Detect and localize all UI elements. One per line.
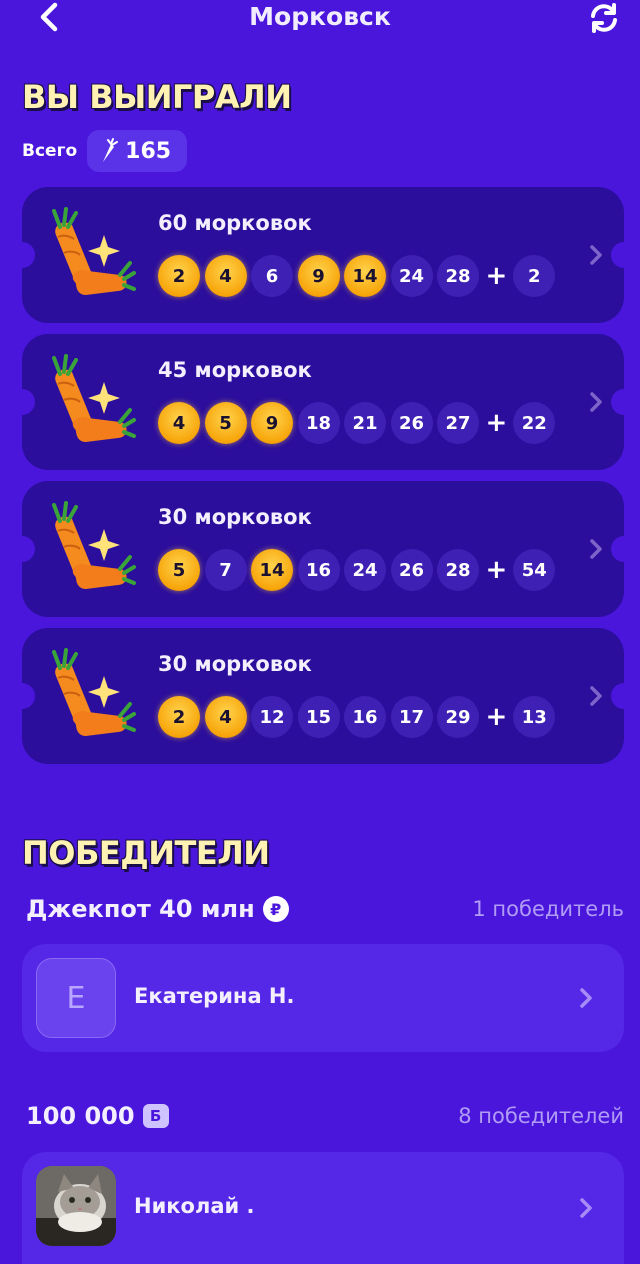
chevron-right-icon [590, 539, 602, 559]
ball: 28 [437, 549, 479, 591]
winner-row[interactable]: Е Екатерина Н. [22, 944, 624, 1052]
winner-count: 1 победитель [472, 897, 624, 921]
ball-matched: 4 [158, 402, 200, 444]
ball-matched: 4 [204, 696, 247, 738]
chevron-right-icon [580, 988, 592, 1008]
ticket-notch [611, 389, 624, 415]
total-value: 165 [125, 138, 172, 164]
cat-photo-icon [36, 1166, 116, 1246]
ticket-prize: 60 морковок [158, 211, 312, 235]
ball-matched: 9 [251, 402, 293, 444]
ball: 24 [344, 549, 386, 591]
ticket-prize: 30 морковок [158, 652, 312, 676]
avatar: Е [36, 958, 116, 1038]
ball: 16 [297, 549, 340, 591]
total-chip: 165 [87, 130, 188, 172]
ticket-notch [611, 683, 624, 709]
ball: 6 [251, 255, 293, 297]
ticket-notch [611, 242, 624, 268]
ball-matched: 2 [158, 255, 200, 297]
carrot-prize-icon [52, 207, 136, 295]
ruble-icon: ₽ [262, 896, 289, 922]
total-label: Всего [22, 141, 78, 161]
winner-group-100000: 100 000 Б 8 победителей [26, 1099, 624, 1133]
ball-matched: 14 [344, 255, 386, 297]
bonus-ball: 22 [513, 402, 556, 444]
ball-matched: 5 [204, 402, 247, 444]
ball-matched: 2 [158, 696, 200, 738]
ticket-notch [22, 536, 35, 562]
plus-icon: + [485, 261, 508, 291]
ball: 27 [437, 402, 479, 444]
bonus-ball: 54 [513, 549, 556, 591]
chevron-right-icon [590, 392, 602, 412]
ticket-card[interactable]: 30 морковок 2 4 12 15 16 17 29 +13 [22, 628, 624, 764]
ball-matched: 5 [158, 549, 200, 591]
carrot-prize-icon [52, 354, 136, 442]
ball: 26 [390, 549, 433, 591]
ticket-numbers: 5 7 14 16 24 26 28 +54 [158, 549, 560, 591]
ticket-notch [22, 683, 35, 709]
refresh-button[interactable] [586, 0, 622, 36]
chevron-right-icon [590, 686, 602, 706]
ball: 29 [437, 696, 479, 738]
ticket-prize: 30 морковок [158, 505, 312, 529]
ticket-numbers: 2 4 12 15 16 17 29 +13 [158, 696, 560, 738]
total-row: Всего 165 [22, 130, 188, 172]
ball: 7 [204, 549, 247, 591]
ticket-card[interactable]: 45 морковок 4 5 9 18 21 26 27 +22 [22, 334, 624, 470]
group-name: 100 000 [26, 1102, 135, 1130]
refresh-icon [591, 3, 617, 33]
ball: 15 [297, 696, 340, 738]
carrot-prize-icon [52, 501, 136, 589]
ticket-card[interactable]: 60 морковок 2 4 6 9 14 24 28 +2 [22, 187, 624, 323]
winner-name: Екатерина Н. [134, 984, 295, 1008]
winner-name: Николай . [134, 1194, 255, 1218]
winner-row[interactable]: Николай . [22, 1152, 624, 1264]
ticket-notch [611, 536, 624, 562]
winner-group-jackpot: Джекпот 40 млн ₽ 1 победитель [26, 892, 624, 926]
plus-icon: + [485, 555, 508, 585]
carrot-icon [103, 138, 119, 162]
top-bar: Морковск [0, 0, 640, 38]
ticket-notch [22, 242, 35, 268]
avatar-photo [36, 1166, 116, 1246]
bonus-ball: 13 [513, 696, 556, 738]
ticket-notch [22, 389, 35, 415]
ball: 18 [297, 402, 340, 444]
page-title: Морковск [249, 2, 391, 31]
won-section-title: ВЫ ВЫИГРАЛИ [22, 78, 292, 116]
ball-matched: 14 [251, 549, 293, 591]
carrot-prize-icon [52, 648, 136, 736]
group-name: Джекпот 40 млн [26, 895, 255, 923]
plus-icon: + [485, 702, 508, 732]
ticket-card[interactable]: 30 морковок 5 7 14 16 24 26 28 +54 [22, 481, 624, 617]
ball: 21 [344, 402, 386, 444]
chevron-right-icon [580, 1198, 592, 1218]
chevron-right-icon [590, 245, 602, 265]
bonus-ball: 2 [513, 255, 556, 297]
ball: 26 [390, 402, 433, 444]
ball: 28 [437, 255, 479, 297]
winners-section-title: ПОБЕДИТЕЛИ [22, 834, 270, 872]
bonus-currency-icon: Б [142, 1104, 169, 1128]
ball: 16 [344, 696, 386, 738]
ball: 12 [251, 696, 293, 738]
ball-matched: 9 [297, 255, 340, 297]
ticket-numbers: 2 4 6 9 14 24 28 +2 [158, 255, 560, 297]
ball: 17 [390, 696, 433, 738]
ticket-prize: 45 морковок [158, 358, 312, 382]
ticket-numbers: 4 5 9 18 21 26 27 +22 [158, 402, 560, 444]
plus-icon: + [485, 408, 508, 438]
ball-matched: 4 [204, 255, 247, 297]
winner-count: 8 победителей [458, 1104, 624, 1128]
ball: 24 [390, 255, 433, 297]
